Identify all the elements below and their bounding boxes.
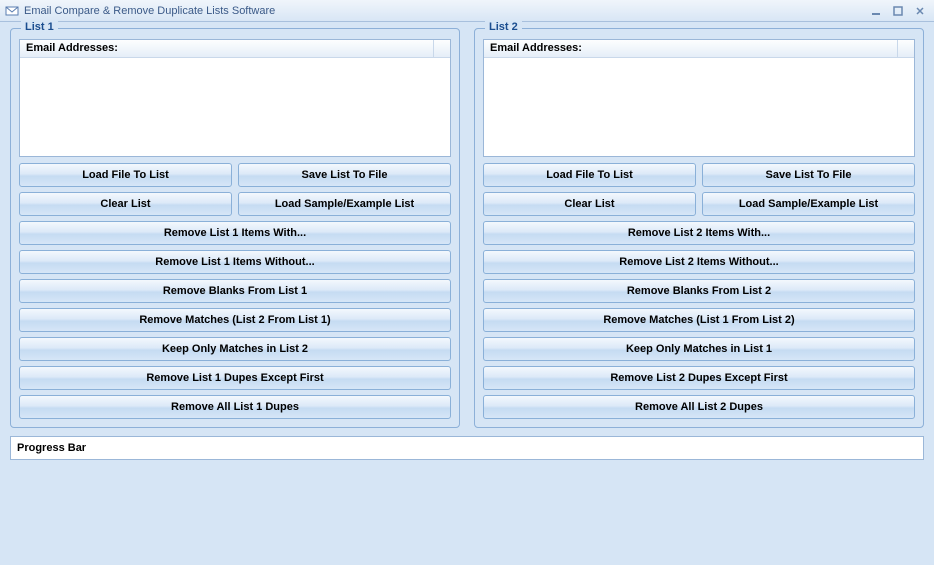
list1-listbox[interactable]: Email Addresses: (19, 39, 451, 157)
list1-remove-blanks-button[interactable]: Remove Blanks From List 1 (19, 279, 451, 303)
list1-listbox-header: Email Addresses: (20, 40, 450, 58)
list1-legend: List 1 (21, 21, 58, 33)
app-icon (4, 3, 20, 19)
list2-remove-blanks-button[interactable]: Remove Blanks From List 2 (483, 279, 915, 303)
list2-remove-all-dupes-button[interactable]: Remove All List 2 Dupes (483, 395, 915, 419)
list1-remove-dupes-except-first-button[interactable]: Remove List 1 Dupes Except First (19, 366, 451, 390)
progress-bar: Progress Bar (10, 436, 924, 460)
list2-listbox-header: Email Addresses: (484, 40, 914, 58)
list2-legend: List 2 (485, 21, 522, 33)
maximize-button[interactable] (888, 4, 908, 18)
list1-groupbox: List 1 Email Addresses: Load File To Lis… (10, 28, 460, 428)
list1-remove-matches-button[interactable]: Remove Matches (List 2 From List 1) (19, 308, 451, 332)
list2-load-sample-button[interactable]: Load Sample/Example List (702, 192, 915, 216)
lists-row: List 1 Email Addresses: Load File To Lis… (10, 28, 924, 428)
list1-keep-matches-button[interactable]: Keep Only Matches in List 2 (19, 337, 451, 361)
list2-column-header[interactable]: Email Addresses: (484, 40, 898, 57)
list1-column-header[interactable]: Email Addresses: (20, 40, 434, 57)
progress-label: Progress Bar (17, 442, 86, 454)
list1-load-file-button[interactable]: Load File To List (19, 163, 232, 187)
list1-remove-with-button[interactable]: Remove List 1 Items With... (19, 221, 451, 245)
list2-keep-matches-button[interactable]: Keep Only Matches in List 1 (483, 337, 915, 361)
list2-clear-button[interactable]: Clear List (483, 192, 696, 216)
list2-listbox[interactable]: Email Addresses: (483, 39, 915, 157)
list1-save-file-button[interactable]: Save List To File (238, 163, 451, 187)
list2-groupbox: List 2 Email Addresses: Load File To Lis… (474, 28, 924, 428)
list1-remove-all-dupes-button[interactable]: Remove All List 1 Dupes (19, 395, 451, 419)
minimize-button[interactable] (866, 4, 886, 18)
window-title: Email Compare & Remove Duplicate Lists S… (24, 5, 864, 17)
list2-column-spacer (898, 40, 914, 57)
list2-remove-with-button[interactable]: Remove List 2 Items With... (483, 221, 915, 245)
list2-remove-dupes-except-first-button[interactable]: Remove List 2 Dupes Except First (483, 366, 915, 390)
list2-load-file-button[interactable]: Load File To List (483, 163, 696, 187)
list1-clear-button[interactable]: Clear List (19, 192, 232, 216)
content-area: List 1 Email Addresses: Load File To Lis… (0, 22, 934, 466)
list2-save-file-button[interactable]: Save List To File (702, 163, 915, 187)
list1-column-spacer (434, 40, 450, 57)
titlebar: Email Compare & Remove Duplicate Lists S… (0, 0, 934, 22)
list2-remove-without-button[interactable]: Remove List 2 Items Without... (483, 250, 915, 274)
list1-remove-without-button[interactable]: Remove List 1 Items Without... (19, 250, 451, 274)
close-button[interactable] (910, 4, 930, 18)
list1-load-sample-button[interactable]: Load Sample/Example List (238, 192, 451, 216)
list2-remove-matches-button[interactable]: Remove Matches (List 1 From List 2) (483, 308, 915, 332)
